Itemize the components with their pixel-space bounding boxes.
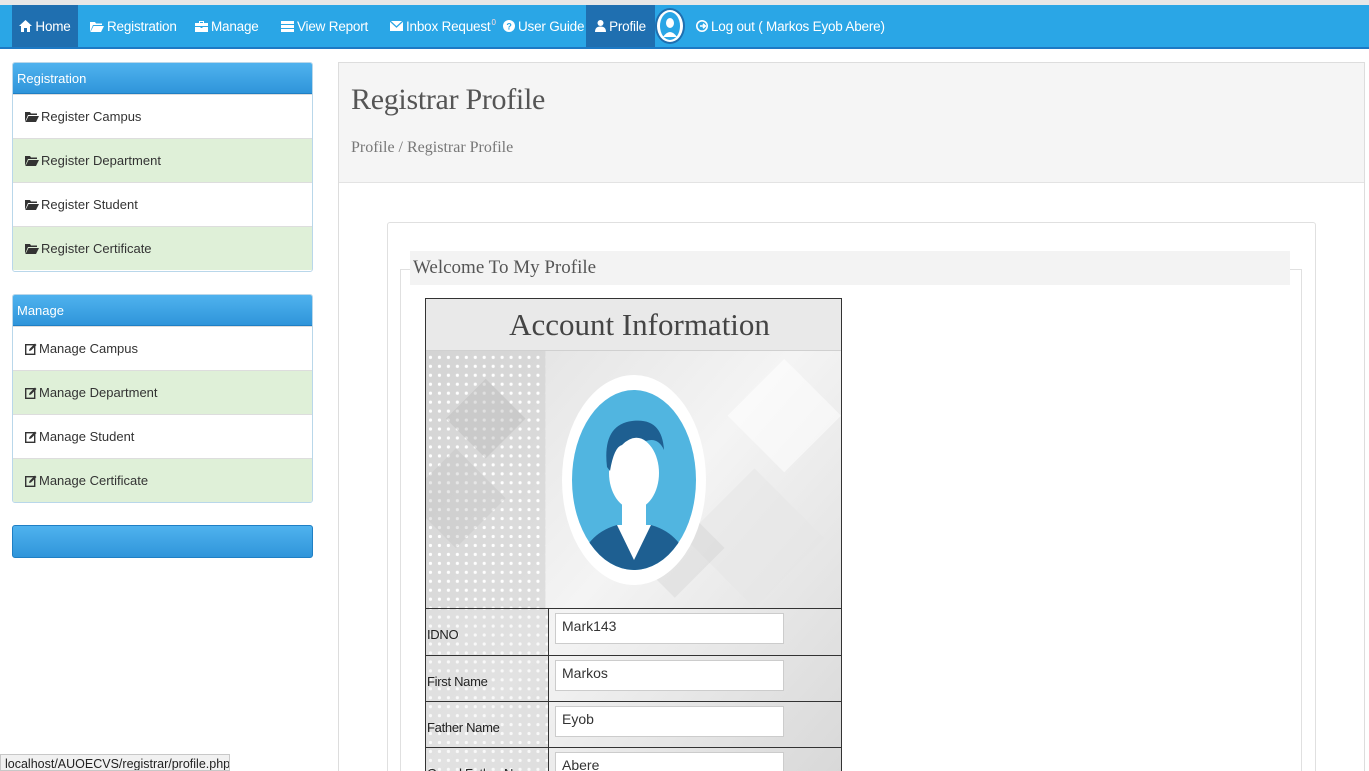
sidebar-item-manage-campus[interactable]: Manage Campus: [13, 326, 312, 370]
nav-registration[interactable]: Registration: [90, 5, 177, 47]
folder-open-icon: [25, 200, 39, 210]
registration-panel: Registration Register Campus Register De…: [12, 62, 313, 272]
nav-home-label: Home: [35, 18, 71, 34]
briefcase-icon: [195, 20, 208, 32]
account-card: Account Information IDNO Mark143 First N…: [425, 298, 842, 771]
edit-icon: [25, 475, 37, 487]
sidebar-item-register-department[interactable]: Register Department: [13, 138, 312, 182]
info-label: IDNO: [426, 609, 549, 655]
manage-panel: Manage Manage Campus Manage Department M…: [12, 294, 313, 503]
sidebar-item-manage-certificate[interactable]: Manage Certificate: [13, 458, 312, 502]
profile-legend: Welcome To My Profile: [410, 251, 1290, 285]
page-header: Registrar Profile Profile / Registrar Pr…: [339, 63, 1364, 183]
nav-view-report-label: View Report: [297, 18, 369, 34]
info-row-grand-father-name: Grand Father Name Abere: [426, 747, 841, 771]
info-row-idno: IDNO Mark143: [426, 608, 841, 655]
nav-profile[interactable]: Profile: [586, 5, 655, 47]
info-row-father-name: Father Name Eyob: [426, 701, 841, 748]
nav-logout[interactable]: Log out ( Markos Eyob Abere): [696, 5, 885, 47]
nav-user-guide[interactable]: ? User Guide: [503, 5, 584, 47]
sidebar-item-label: Manage Campus: [39, 341, 138, 356]
nav-user-guide-label: User Guide: [518, 18, 585, 34]
grand-father-name-field[interactable]: Abere: [555, 752, 784, 771]
sidebar-item-label: Register Student: [41, 197, 138, 212]
profile-avatar: [562, 375, 706, 585]
top-navbar: Home Registration Manage View Report Inb…: [0, 5, 1369, 49]
nav-home[interactable]: Home: [12, 5, 78, 47]
info-label: First Name: [426, 656, 549, 702]
sidebar-item-label: Manage Certificate: [39, 473, 149, 488]
edit-icon: [25, 387, 37, 399]
svg-text:?: ?: [506, 22, 511, 32]
sidebar-item-register-campus[interactable]: Register Campus: [13, 94, 312, 138]
sidebar-item-label: Register Department: [41, 153, 161, 168]
empty-panel-heading: [12, 525, 313, 558]
page-title: Registrar Profile: [351, 83, 546, 116]
home-icon: [19, 20, 33, 32]
folder-open-icon: [25, 244, 39, 254]
nav-profile-label: Profile: [609, 18, 646, 34]
breadcrumb: Profile / Registrar Profile: [351, 139, 514, 156]
log-out-icon: [696, 20, 708, 32]
sidebar-item-register-certificate[interactable]: Register Certificate: [13, 226, 312, 270]
sidebar-item-manage-student[interactable]: Manage Student: [13, 414, 312, 458]
nav-manage[interactable]: Manage: [195, 5, 259, 47]
edit-icon: [25, 343, 37, 355]
registration-panel-heading: Registration: [13, 63, 312, 94]
folder-open-icon: [25, 156, 39, 166]
nav-logout-label: Log out ( Markos Eyob Abere): [711, 18, 885, 34]
info-label: Father Name: [426, 702, 549, 748]
card-title: Account Information: [426, 299, 841, 351]
info-row-first-name: First Name Markos: [426, 655, 841, 702]
idno-field[interactable]: Mark143: [555, 613, 784, 644]
sidebar-item-label: Manage Student: [39, 429, 135, 444]
nav-avatar[interactable]: [655, 8, 685, 44]
nav-inbox-request[interactable]: Inbox Request 0: [390, 5, 496, 47]
inbox-count-badge: 0: [491, 17, 496, 27]
status-bar-url: localhost/AUOECVS/registrar/profile.php: [0, 754, 230, 771]
info-label: Grand Father Name: [426, 748, 549, 771]
sidebar-item-label: Register Certificate: [41, 241, 152, 256]
first-name-field[interactable]: Markos: [555, 660, 784, 691]
question-circle-icon: ?: [503, 20, 515, 32]
nav-view-report[interactable]: View Report: [281, 5, 368, 47]
manage-panel-heading: Manage: [13, 295, 312, 326]
nav-inbox-request-label: Inbox Request: [406, 18, 491, 34]
envelope-icon: [390, 21, 403, 31]
sidebar-item-register-student[interactable]: Register Student: [13, 182, 312, 226]
nav-registration-label: Registration: [107, 18, 177, 34]
user-avatar-icon: [660, 12, 680, 40]
user-icon: [595, 20, 607, 32]
edit-icon: [25, 431, 37, 443]
sidebar-item-label: Manage Department: [39, 385, 158, 400]
folder-open-icon: [25, 112, 39, 122]
nav-manage-label: Manage: [211, 18, 259, 34]
sidebar-item-manage-department[interactable]: Manage Department: [13, 370, 312, 414]
user-avatar-icon: [562, 375, 706, 585]
father-name-field[interactable]: Eyob: [555, 706, 784, 737]
sidebar-item-label: Register Campus: [41, 109, 142, 124]
folder-open-icon: [90, 21, 104, 32]
list-icon: [281, 20, 294, 32]
